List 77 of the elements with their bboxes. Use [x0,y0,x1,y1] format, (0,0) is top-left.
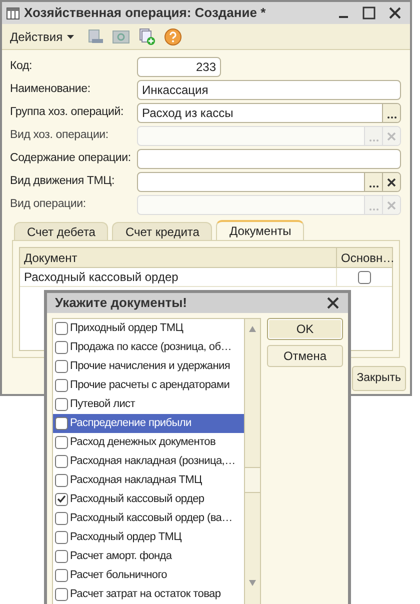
list-item[interactable]: Расчет затрат на остаток товар [53,584,244,604]
ellipsis-icon [368,185,378,188]
add-document-icon[interactable] [138,28,156,46]
input-field[interactable]: Инкассация [137,80,401,100]
ellipsis-icon [368,208,378,211]
checkbox[interactable] [358,270,371,284]
tab[interactable]: Счет кредита [112,222,212,240]
checkbox[interactable] [55,530,68,544]
list-item[interactable]: Прочие расчеты с арендаторами [53,376,244,394]
list-item[interactable]: Расчет аморт. фонда [53,546,244,566]
field-label: Группа хоз. операций: [10,105,124,120]
dialog-title: Укажите документы! [55,294,188,312]
close-icon[interactable] [388,6,402,20]
ellipsis-icon [368,139,378,142]
field-label: Содержание операции: [10,151,132,166]
clear-icon [387,200,396,210]
table-icon [6,6,20,20]
table-cell: Расходный кассовый ордер [20,268,337,286]
checkbox[interactable] [55,378,68,392]
checkbox[interactable] [55,550,68,562]
scroll-up-icon[interactable] [248,324,257,332]
ellipsis-icon [386,116,396,119]
list-item[interactable]: Путевой лист [53,394,244,414]
close-button[interactable]: Закрыть [352,366,406,391]
checkbox[interactable] [55,512,68,524]
list-item[interactable]: Приходный ордер ТМЦ [53,318,244,338]
caret-icon [66,34,74,38]
column-header[interactable]: Основн… [337,248,392,267]
help-icon[interactable] [164,28,182,46]
tab[interactable]: Документы [216,220,304,240]
checkbox[interactable] [55,454,68,468]
field-label: Вид операции: [10,197,87,212]
clear-icon [387,178,396,186]
refresh-icon[interactable] [112,28,130,44]
list-item[interactable]: Продажа по кассе (розница, об… [53,338,244,356]
clear-icon [387,132,396,140]
checkbox[interactable] [55,436,68,448]
list-item[interactable]: Расходный кассовый ордер [53,490,244,508]
clear-button[interactable] [382,173,400,191]
field-label: Вид движения ТМЦ: [10,174,116,190]
checkbox[interactable] [55,340,68,354]
scrollbar[interactable] [244,318,260,604]
list-item[interactable]: Распределение прибыли [53,414,244,432]
list-item[interactable]: Расходная накладная ТМЦ [53,470,244,490]
input-field[interactable] [137,149,401,169]
checkbox[interactable] [55,416,68,430]
list-item[interactable]: Расход денежных документов [53,432,244,452]
input-field[interactable] [137,172,401,192]
checkbox[interactable] [55,360,68,372]
window-title: Хозяйственная операция: Создание * [24,4,267,22]
input-field[interactable]: Расход из кассы [137,103,401,123]
list-item[interactable]: Расходная накладная (розница,… [53,452,244,470]
field-label: Наименование: [10,82,92,98]
maximize-icon[interactable] [362,6,376,20]
field-label: Вид хоз. операции: [10,128,110,144]
checkbox[interactable] [55,474,68,486]
list-item[interactable]: Расходный ордер ТМЦ [53,528,244,546]
checkbox[interactable] [55,568,68,582]
field-label: Код: [10,59,33,74]
ok-button[interactable]: OK [267,318,343,340]
input-field[interactable]: 233 [137,57,221,77]
choose-button[interactable] [382,104,400,122]
checkbox[interactable] [55,398,68,410]
document-icon[interactable] [86,28,104,44]
scroll-thumb[interactable] [245,466,260,492]
checkbox[interactable] [55,322,68,334]
list-item[interactable]: Прочие начисления и удержания [53,356,244,376]
list-item[interactable]: Расходный кассовый ордер (ва… [53,508,244,528]
close-icon[interactable] [326,296,340,310]
tab[interactable]: Счет дебета [14,222,108,240]
choose-button[interactable] [364,173,382,191]
cancel-button[interactable]: Отмена [267,344,343,366]
actions-menu[interactable]: Действия [6,28,78,46]
checkbox[interactable] [55,492,68,506]
list-item[interactable]: Расчет больничного [53,566,244,584]
checkbox[interactable] [55,588,68,600]
scroll-down-icon[interactable] [248,578,257,586]
